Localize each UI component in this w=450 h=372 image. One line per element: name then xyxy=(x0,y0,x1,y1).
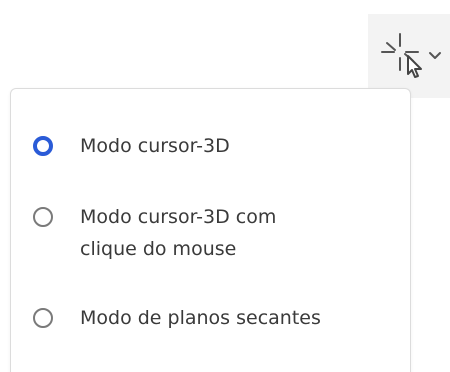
option-label: Modo de planos secantes xyxy=(80,307,321,329)
cursor-mode-dropdown-button[interactable] xyxy=(368,14,450,98)
option-label: Modo cursor-3D com clique do mouse xyxy=(80,206,277,260)
cursor-mode-menu: Modo cursor-3D Modo cursor-3D com clique… xyxy=(10,88,411,372)
chevron-down-icon xyxy=(429,52,441,59)
radio-cursor-3d-mouse-click[interactable] xyxy=(33,207,53,227)
radio-cursor-3d[interactable] xyxy=(33,136,53,156)
cursor-3d-icon xyxy=(381,33,422,78)
viewer-stage: Modo cursor-3D Modo cursor-3D com clique… xyxy=(0,0,450,372)
option-label: Modo cursor-3D xyxy=(80,135,230,157)
radio-secant-planes[interactable] xyxy=(33,308,53,328)
